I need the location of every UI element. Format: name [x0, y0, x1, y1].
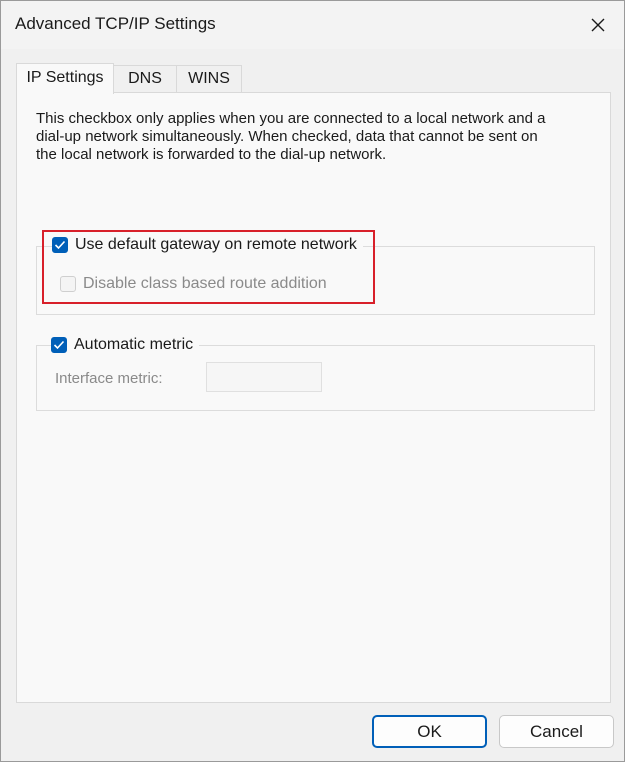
interface-metric-label: Interface metric: [55, 370, 163, 387]
disable-class-route-check-icon[interactable] [60, 276, 76, 292]
ip-settings-panel: This checkbox only applies when you are … [16, 92, 611, 703]
use-default-gateway-check-icon[interactable] [52, 237, 68, 253]
advanced-tcpip-dialog: Advanced TCP/IP Settings IP Settings DNS… [0, 0, 625, 762]
ok-button[interactable]: OK [372, 715, 487, 748]
close-button[interactable] [580, 7, 616, 43]
automatic-metric-check-icon[interactable] [51, 337, 67, 353]
interface-metric-input[interactable] [206, 362, 322, 392]
use-default-gateway-label: Use default gateway on remote network [75, 236, 357, 253]
automatic-metric-checkbox[interactable]: Automatic metric [51, 336, 200, 354]
disable-class-route-label: Disable class based route addition [83, 275, 327, 292]
window-title: Advanced TCP/IP Settings [15, 14, 216, 33]
tab-wins[interactable]: WINS [176, 65, 242, 92]
description-text: This checkbox only applies when you are … [36, 110, 546, 163]
tab-dns[interactable]: DNS [112, 65, 178, 92]
automatic-metric-label: Automatic metric [74, 336, 194, 353]
use-default-gateway-checkbox[interactable]: Use default gateway on remote network [52, 236, 363, 254]
cancel-button[interactable]: Cancel [499, 715, 614, 748]
disable-class-route-checkbox[interactable]: Disable class based route addition [60, 275, 333, 293]
tab-ip-settings[interactable]: IP Settings [16, 63, 114, 94]
title-bar[interactable]: Advanced TCP/IP Settings [1, 1, 624, 49]
close-icon [591, 18, 605, 32]
